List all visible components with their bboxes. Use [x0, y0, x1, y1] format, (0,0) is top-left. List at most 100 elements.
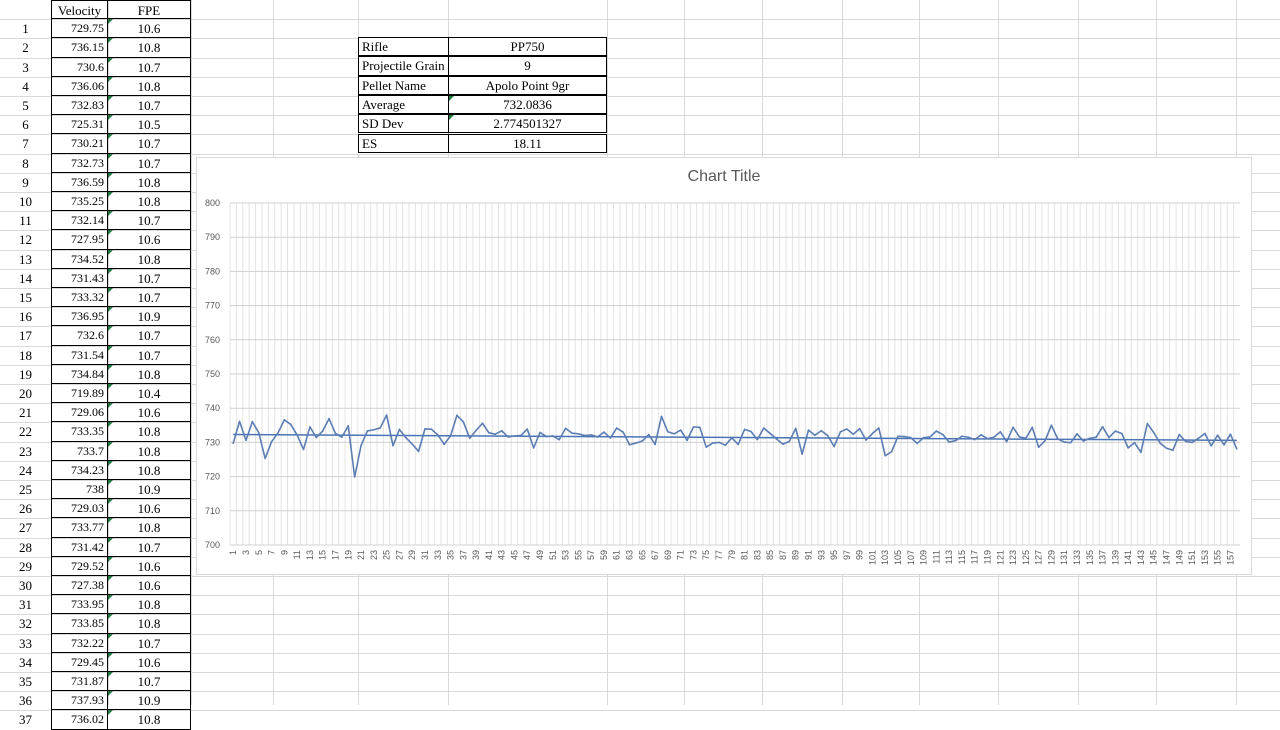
velocity-cell[interactable]: 736.06: [51, 77, 108, 96]
velocity-cell[interactable]: 732.6: [51, 326, 108, 345]
fpe-cell[interactable]: 10.8: [108, 614, 191, 633]
velocity-cell[interactable]: 729.52: [51, 557, 108, 576]
velocity-cell[interactable]: 733.77: [51, 518, 108, 537]
velocity-cell[interactable]: 731.43: [51, 269, 108, 288]
fpe-cell[interactable]: 10.7: [108, 154, 191, 173]
summary-value[interactable]: 18.11: [448, 134, 607, 153]
velocity-cell[interactable]: 727.38: [51, 576, 108, 595]
fpe-cell[interactable]: 10.6: [108, 576, 191, 595]
velocity-cell[interactable]: 731.42: [51, 538, 108, 557]
fpe-cell[interactable]: 10.7: [108, 58, 191, 77]
velocity-cell[interactable]: 738: [51, 480, 108, 499]
fpe-cell[interactable]: 10.6: [108, 19, 191, 38]
velocity-cell[interactable]: 719.89: [51, 384, 108, 403]
velocity-cell[interactable]: 732.22: [51, 634, 108, 653]
velocity-cell[interactable]: 733.95: [51, 595, 108, 614]
summary-value[interactable]: 9: [448, 56, 607, 75]
velocity-cell[interactable]: 733.32: [51, 288, 108, 307]
fpe-cell[interactable]: 10.6: [108, 653, 191, 672]
table-row: 13734.5210.8: [0, 250, 191, 269]
velocity-cell[interactable]: 729.06: [51, 403, 108, 422]
fpe-cell[interactable]: 10.5: [108, 115, 191, 134]
velocity-cell[interactable]: 736.95: [51, 307, 108, 326]
error-indicator-icon: [108, 653, 113, 658]
summary-label[interactable]: SD Dev: [358, 114, 449, 133]
fpe-cell[interactable]: 10.4: [108, 384, 191, 403]
summary-value[interactable]: 2.774501327: [448, 114, 607, 133]
velocity-cell[interactable]: 737.93: [51, 691, 108, 710]
velocity-cell[interactable]: 736.15: [51, 38, 108, 57]
velocity-cell[interactable]: 735.25: [51, 192, 108, 211]
velocity-chart[interactable]: 7007107207307407507607707807908001357911…: [196, 157, 1252, 575]
fpe-cell[interactable]: 10.6: [108, 403, 191, 422]
velocity-cell[interactable]: 736.02: [51, 710, 108, 729]
chart-title[interactable]: Chart Title: [197, 168, 1251, 186]
row-number: 35: [0, 672, 51, 691]
velocity-cell[interactable]: 736.59: [51, 173, 108, 192]
fpe-cell[interactable]: 10.8: [108, 77, 191, 96]
fpe-cell[interactable]: 10.7: [108, 96, 191, 115]
velocity-cell[interactable]: 732.83: [51, 96, 108, 115]
fpe-cell[interactable]: 10.7: [108, 326, 191, 345]
y-tick-label: 740: [205, 403, 220, 413]
velocity-cell[interactable]: 730.21: [51, 134, 108, 153]
fpe-cell[interactable]: 10.9: [108, 691, 191, 710]
fpe-cell[interactable]: 10.6: [108, 499, 191, 518]
fpe-cell[interactable]: 10.7: [108, 134, 191, 153]
velocity-cell[interactable]: 733.85: [51, 614, 108, 633]
table-row: 18731.5410.7: [0, 346, 191, 365]
summary-label[interactable]: ES: [358, 134, 449, 153]
fpe-cell[interactable]: 10.7: [108, 211, 191, 230]
velocity-cell[interactable]: 733.35: [51, 422, 108, 441]
fpe-cell[interactable]: 10.8: [108, 422, 191, 441]
fpe-cell[interactable]: 10.7: [108, 288, 191, 307]
velocity-cell[interactable]: 732.14: [51, 211, 108, 230]
fpe-cell[interactable]: 10.8: [108, 442, 191, 461]
velocity-cell[interactable]: 734.84: [51, 365, 108, 384]
summary-label[interactable]: Rifle: [358, 37, 449, 56]
velocity-cell[interactable]: 727.95: [51, 230, 108, 249]
fpe-cell[interactable]: 10.7: [108, 538, 191, 557]
fpe-cell[interactable]: 10.6: [108, 230, 191, 249]
summary-label[interactable]: Pellet Name: [358, 76, 449, 95]
x-tick-label: 55: [573, 550, 583, 560]
row-number: 8: [0, 154, 51, 173]
velocity-cell[interactable]: 731.54: [51, 346, 108, 365]
fpe-cell[interactable]: 10.7: [108, 346, 191, 365]
fpe-cell[interactable]: 10.8: [108, 365, 191, 384]
fpe-cell[interactable]: 10.8: [108, 173, 191, 192]
fpe-cell[interactable]: 10.7: [108, 269, 191, 288]
velocity-header[interactable]: Velocity: [51, 0, 108, 19]
velocity-cell[interactable]: 730.6: [51, 58, 108, 77]
fpe-cell[interactable]: 10.8: [108, 250, 191, 269]
velocity-cell[interactable]: 729.03: [51, 499, 108, 518]
summary-value[interactable]: 732.0836: [448, 95, 607, 114]
error-indicator-icon: [108, 480, 113, 485]
summary-label[interactable]: Average: [358, 95, 449, 114]
velocity-cell[interactable]: 729.75: [51, 19, 108, 38]
velocity-cell[interactable]: 729.45: [51, 653, 108, 672]
velocity-cell[interactable]: 733.7: [51, 442, 108, 461]
fpe-cell[interactable]: 10.8: [108, 38, 191, 57]
fpe-header[interactable]: FPE: [108, 0, 191, 19]
velocity-cell[interactable]: 732.73: [51, 154, 108, 173]
velocity-cell[interactable]: 725.31: [51, 115, 108, 134]
fpe-cell[interactable]: 10.9: [108, 480, 191, 499]
summary-row: Pellet NameApolo Point 9gr: [358, 77, 607, 96]
fpe-cell[interactable]: 10.8: [108, 710, 191, 729]
fpe-cell[interactable]: 10.8: [108, 595, 191, 614]
summary-value[interactable]: PP750: [448, 37, 607, 56]
velocity-cell[interactable]: 731.87: [51, 672, 108, 691]
fpe-cell[interactable]: 10.7: [108, 634, 191, 653]
velocity-cell[interactable]: 734.23: [51, 461, 108, 480]
summary-value[interactable]: Apolo Point 9gr: [448, 76, 607, 95]
summary-label[interactable]: Projectile Grain: [358, 56, 449, 75]
fpe-cell[interactable]: 10.8: [108, 518, 191, 537]
fpe-cell[interactable]: 10.9: [108, 307, 191, 326]
table-row: 5732.8310.7: [0, 96, 191, 115]
fpe-cell[interactable]: 10.8: [108, 192, 191, 211]
fpe-cell[interactable]: 10.6: [108, 557, 191, 576]
fpe-cell[interactable]: 10.8: [108, 461, 191, 480]
velocity-cell[interactable]: 734.52: [51, 250, 108, 269]
fpe-cell[interactable]: 10.7: [108, 672, 191, 691]
